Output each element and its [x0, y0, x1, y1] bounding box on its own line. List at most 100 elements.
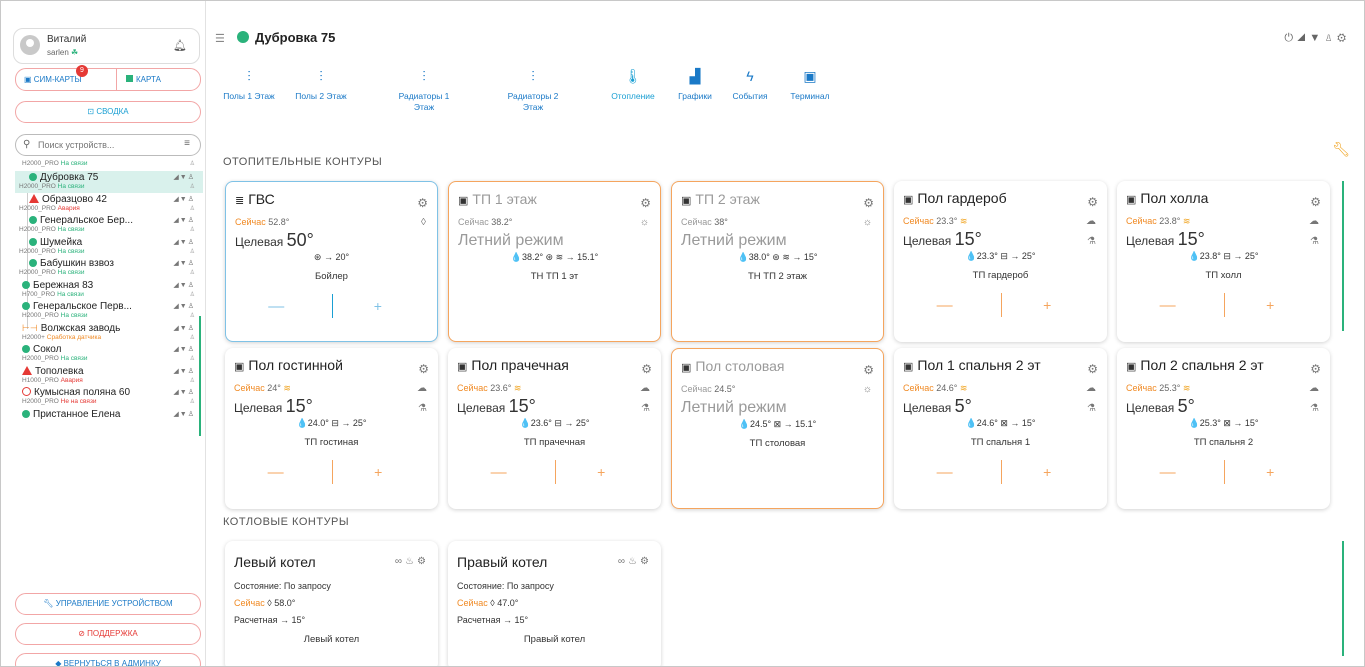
device-list-item[interactable]: Образцово 42 ◢▼♙ H2000_PRO Авария ♙: [15, 193, 203, 215]
collapse-menu-icon[interactable]: ☰: [215, 32, 225, 45]
device-list-item[interactable]: Шумейка ◢▼♙ H2000_PRO На связи ♙: [15, 236, 203, 258]
divider: [1000, 460, 1002, 484]
gear-icon[interactable]: ⚙: [417, 196, 428, 210]
device-list-item[interactable]: H2000_PRO На связи ♙: [15, 159, 203, 171]
device-list-item[interactable]: Бабушкин взвоз ◢▼♙ H2000_PRO На связи ♙: [15, 257, 203, 279]
increase-button[interactable]: +: [597, 464, 605, 480]
increase-button[interactable]: +: [1043, 297, 1051, 313]
tab-radiators-2[interactable]: ⫶ Радиаторы 2 Этаж: [500, 69, 566, 113]
sliders-icon: ⫶: [247, 68, 251, 84]
boilers-scrollbar[interactable]: [1342, 541, 1344, 656]
tab-charts[interactable]: ▟ Графики: [673, 69, 717, 102]
calculated-temp: Расчетная → 15°: [234, 615, 306, 625]
device-list-item[interactable]: Генеральское Перв... ◢▼♙ H2000_PRO На связ…: [15, 300, 203, 322]
increase-button[interactable]: +: [1266, 464, 1274, 480]
heating-circuit-card[interactable]: ▣ Пол гостинной ⚙ ☁ ⚗ Сейчас 24° ≋ Целевая 15°…: [225, 348, 438, 509]
boiler-card[interactable]: Правый котел ∞♨⚙ Состояние: По запросу Сейч…: [448, 541, 661, 666]
user-panel[interactable]: Виталий sarlen ☘ 🔔︎: [13, 28, 200, 64]
target-temp-label: Целевая: [903, 234, 952, 248]
gear-icon[interactable]: ⚙: [417, 556, 429, 567]
increase-button[interactable]: +: [1043, 464, 1051, 480]
floor-heating-icon: ▣: [1126, 361, 1137, 373]
decrease-button[interactable]: —: [937, 297, 953, 315]
device-status-icons: ◢▼♙: [173, 389, 195, 396]
heating-circuit-card[interactable]: ▣ Пол столовая ⚙ ☼ Сейчас 24.5° Летний режим 💧…: [671, 348, 884, 509]
device-name-text: Кумысная поляна 60: [34, 387, 131, 398]
device-list-item[interactable]: Пристанное Елена ◢▼♙: [15, 408, 203, 430]
decrease-button[interactable]: —: [268, 464, 284, 482]
heating-circuit-card[interactable]: ▣ ТП 1 этаж ⚙ ☼ Сейчас 38.2° Летний режим 💧38.…: [448, 181, 661, 342]
device-list-item[interactable]: Сокол ◢▼♙ H2000_PRO На связи ♙: [15, 343, 203, 365]
heating-circuit-card[interactable]: ▣ ТП 2 этаж ⚙ ☼ Сейчас 38° Летний режим 💧38.0°…: [671, 181, 884, 342]
current-temp-label: Сейчас: [903, 216, 934, 226]
device-management-button[interactable]: 🔧︎ УПРАВЛЕНИЕ УСТРОЙСТВОМ: [15, 593, 201, 615]
heating-circuit-card[interactable]: ▣ Пол 2 спальня 2 эт ⚙ ☁ ⚗ Сейчас 25.3° ≋ Целе…: [1117, 348, 1330, 509]
increase-button[interactable]: +: [374, 298, 382, 314]
decrease-button[interactable]: —: [1160, 464, 1176, 482]
gear-icon[interactable]: ⚙: [1310, 362, 1321, 376]
tab-terminal[interactable]: ▣ Терминал: [785, 69, 835, 102]
link-icon[interactable]: ∞: [618, 556, 628, 567]
gear-icon[interactable]: ⚙: [418, 362, 429, 376]
device-name-text: Бережная 83: [33, 279, 94, 291]
gear-icon[interactable]: ⚙: [1310, 195, 1321, 209]
tab-heating[interactable]: 🌡︎ Отопление: [606, 69, 660, 102]
avatar[interactable]: [20, 35, 40, 55]
gear-icon[interactable]: ⚙: [863, 196, 874, 210]
decrease-button[interactable]: —: [937, 464, 953, 482]
back-to-admin-label: ВЕРНУТЬСЯ В АДМИНКУ: [63, 659, 161, 667]
card-title-text: Пол прачечная: [471, 357, 569, 373]
gear-icon[interactable]: ⚙: [640, 556, 652, 567]
filter-icon[interactable]: ≡: [184, 138, 190, 149]
device-list-item[interactable]: Дубровка 75 ◢▼♙ H2000_PRO На связи ♙: [15, 171, 203, 193]
bell-icon[interactable]: 🔔︎: [173, 39, 187, 52]
section-heating-title: ОТОПИТЕЛЬНЫЕ КОНТУРЫ: [223, 156, 383, 168]
back-to-admin-button[interactable]: ◆ ВЕРНУТЬСЯ В АДМИНКУ: [15, 653, 201, 667]
decrease-button[interactable]: —: [268, 298, 284, 316]
increase-button[interactable]: +: [1266, 297, 1274, 313]
sim-badge: 9: [76, 65, 88, 77]
gear-icon[interactable]: ⚙: [863, 363, 874, 377]
decrease-button[interactable]: —: [1160, 297, 1176, 315]
target-temp-value: 5°: [954, 396, 972, 416]
sim-cards-button[interactable]: ▣ СИМ-КАРТЫ: [24, 75, 82, 84]
device-list-item[interactable]: Тополевка ◢▼♙ H1000_PRO Авария ♙: [15, 365, 203, 387]
sensor-name: ТП столовая: [749, 438, 806, 449]
tab-floors-2[interactable]: ⫶ Полы 2 Этаж: [291, 69, 351, 102]
sensor-name: ТП спальня 2: [1193, 437, 1254, 448]
search-input[interactable]: [38, 138, 168, 152]
device-list-item[interactable]: ⊢⊣ Волжская заводь ◢▼♙ H2000+ Сработка датч…: [15, 322, 203, 344]
gear-icon[interactable]: ⚙: [1087, 362, 1098, 376]
support-button[interactable]: ⊘ ПОДДЕРЖКА: [15, 623, 201, 645]
increase-button[interactable]: +: [374, 464, 382, 480]
settings-gear-icon[interactable]: ⚙: [1337, 32, 1350, 44]
tab-radiators-1[interactable]: ⫶ Радиаторы 1 Этаж: [393, 69, 455, 113]
list-scrollbar[interactable]: [199, 316, 201, 436]
device-list-item[interactable]: Кумысная поляна 60 ◢▼♙ H2000_PRO Не на свя…: [15, 386, 203, 408]
link-icon[interactable]: ∞: [395, 556, 405, 567]
boiler-icons: ∞♨⚙: [395, 556, 429, 567]
device-list-item[interactable]: Бережная 83 ◢▼♙ H700_PRO На связи ♙: [15, 279, 203, 301]
card-title: ≣ ГВС: [235, 191, 275, 207]
map-button[interactable]: КАРТА: [126, 75, 161, 84]
tab-floors-1[interactable]: ⫶ Полы 1 Этаж: [221, 68, 277, 102]
heating-circuit-card[interactable]: ▣ Пол холла ⚙ ☁ ⚗ Сейчас 23.8° ≋ Целевая 15° 💧2…: [1117, 181, 1330, 342]
cards-scrollbar[interactable]: [1342, 181, 1344, 331]
device-list-item[interactable]: Генеральское Бер... ◢▼♙ H2000_PRO На связи…: [15, 214, 203, 236]
heating-circuit-card[interactable]: ≣ ГВС ⚙ ◊ Сейчас 52.8° Целевая 50° ⊛ → 20° Бойл…: [225, 181, 438, 342]
heating-circuit-card[interactable]: ▣ Пол гардероб ⚙ ☁ ⚗ Сейчас 23.3° ≋ Целевая 15…: [894, 181, 1107, 342]
device-status-icons: ◢▼♙: [173, 367, 195, 375]
boiler-card[interactable]: Левый котел ∞♨⚙ Состояние: По запросу Сейча…: [225, 541, 438, 666]
tab-events[interactable]: ϟ События: [728, 69, 772, 102]
card-title-text: ГВС: [248, 191, 275, 207]
wrench-icon[interactable]: 🔧︎: [1332, 141, 1350, 158]
gear-icon[interactable]: ⚙: [641, 362, 652, 376]
heating-circuit-card[interactable]: ▣ Пол прачечная ⚙ ☁ ⚗ Сейчас 23.6° ≋ Целевая 1…: [448, 348, 661, 509]
device-model: H2000_PRO: [19, 247, 56, 255]
thermometer-icon: ⚗: [641, 403, 650, 414]
heating-circuit-card[interactable]: ▣ Пол 1 спальня 2 эт ⚙ ☁ ⚗ Сейчас 24.6° ≋ Целе…: [894, 348, 1107, 509]
gear-icon[interactable]: ⚙: [1087, 195, 1098, 209]
decrease-button[interactable]: —: [491, 464, 507, 482]
summary-button[interactable]: ⊡ СВОДКА: [15, 101, 201, 123]
gear-icon[interactable]: ⚙: [640, 196, 651, 210]
